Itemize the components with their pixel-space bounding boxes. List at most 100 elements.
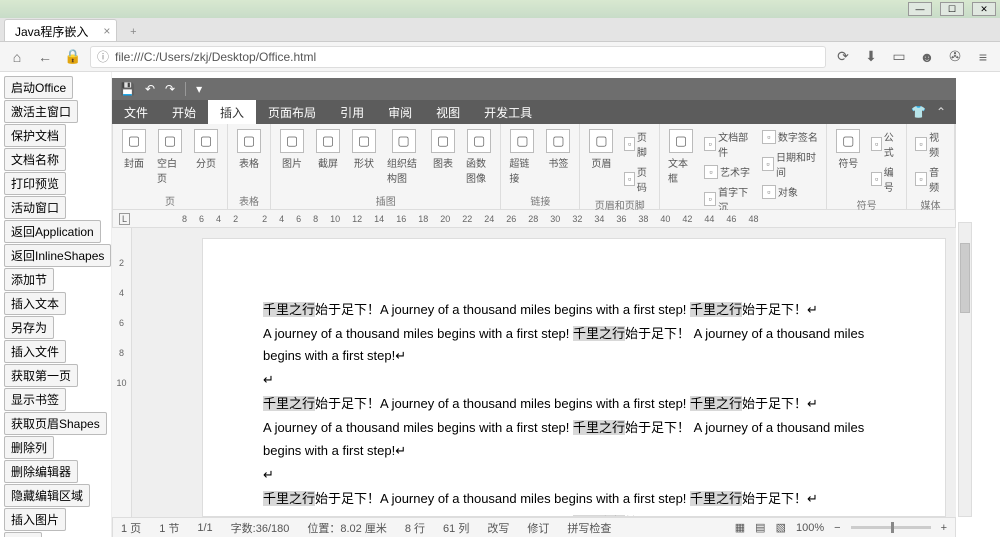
sidebar-button-8[interactable]: 添加节 (4, 268, 54, 291)
sidebar-button-7[interactable]: 返回InlineShapes (4, 244, 111, 267)
document-body[interactable]: 千里之行始于足下！A journey of a thousand miles b… (202, 238, 946, 517)
view-web-icon[interactable]: ▤ (755, 521, 765, 534)
new-tab-button[interactable]: + (123, 23, 143, 41)
undo-icon[interactable]: ↶ (145, 82, 155, 96)
ribbon-btn-图片[interactable]: ▢图片 (277, 127, 307, 172)
tab-selector[interactable]: L (119, 213, 130, 225)
ribbon-btn-艺术字[interactable]: ▫艺术字 (702, 162, 754, 181)
maximize-button[interactable]: ☐ (940, 2, 964, 16)
sidebar-button-3[interactable]: 文档名称 (4, 148, 66, 171)
sidebar-button-1[interactable]: 激活主窗口 (4, 100, 78, 123)
ribbon-tab-插入[interactable]: 插入 (208, 100, 256, 124)
status-pos[interactable]: 位置：8.02 厘米 (307, 520, 386, 536)
save-icon[interactable]: 💾 (120, 82, 135, 96)
close-button[interactable]: ✕ (972, 2, 996, 16)
collapse-ribbon-icon[interactable]: ⌃ (936, 105, 946, 119)
vertical-scrollbar[interactable] (958, 222, 972, 517)
ribbon-btn-截屏[interactable]: ▢截屏 (313, 127, 343, 172)
ribbon-icon: ▫ (915, 137, 927, 151)
sidebar-button-15[interactable]: 删除列 (4, 436, 54, 459)
pocket-icon[interactable]: ✇ (944, 46, 966, 68)
ribbon-btn-形状[interactable]: ▢形状 (349, 127, 379, 172)
ribbon-btn-组织结构图[interactable]: ▢组织结构图 (385, 127, 422, 187)
status-overtype[interactable]: 改写 (487, 520, 509, 536)
zoom-out-icon[interactable]: − (834, 522, 840, 534)
close-tab-icon[interactable]: × (103, 24, 110, 38)
sidebar-button-9[interactable]: 插入文本 (4, 292, 66, 315)
ribbon-icon: ▢ (122, 129, 146, 153)
ribbon-icon: ▢ (392, 129, 416, 153)
sidebar-button-13[interactable]: 显示书签 (4, 388, 66, 411)
ribbon-btn-书签[interactable]: ▢书签 (543, 127, 573, 172)
sidebar-button-2[interactable]: 保护文档 (4, 124, 66, 147)
sidebar-button-6[interactable]: 返回Application (4, 220, 101, 243)
ribbon-btn-超链接[interactable]: ▢超链接 (507, 127, 537, 187)
sidebar-button-19[interactable]: 查找 (4, 532, 42, 537)
ribbon-tab-开始[interactable]: 开始 (160, 100, 208, 124)
ribbon-btn-符号[interactable]: ▢符号 (833, 127, 863, 172)
status-page[interactable]: 1 页 (121, 520, 141, 536)
ribbon-tab-引用[interactable]: 引用 (328, 100, 376, 124)
minimize-button[interactable]: — (908, 2, 932, 16)
ribbon-btn-空白页[interactable]: ▢空白页 (155, 127, 185, 187)
redo-icon[interactable]: ↷ (165, 82, 175, 96)
lock-icon[interactable]: 🔒 (62, 46, 84, 68)
ribbon-tab-审阅[interactable]: 审阅 (376, 100, 424, 124)
sidebar-button-14[interactable]: 获取页眉Shapes (4, 412, 107, 435)
ribbon-btn-页脚[interactable]: ▫页脚 (622, 127, 653, 161)
status-section[interactable]: 1 节 (159, 520, 179, 536)
status-pages[interactable]: 1/1 (197, 522, 212, 534)
ribbon-btn-页眉[interactable]: ▢页眉 (586, 127, 616, 172)
ribbon-btn-分页[interactable]: ▢分页 (191, 127, 221, 172)
ribbon-tab-视图[interactable]: 视图 (424, 100, 472, 124)
ribbon-btn-图表[interactable]: ▢图表 (428, 127, 458, 172)
qat-dropdown-icon[interactable]: ▾ (196, 82, 202, 96)
ribbon-btn-数字签名[interactable]: ▫数字签名 (760, 127, 820, 146)
ribbon-btn-函数图像[interactable]: ▢函数图像 (464, 127, 494, 187)
home-icon[interactable]: ⌂ (6, 46, 28, 68)
ribbon-btn-视频[interactable]: ▫视频 (913, 127, 948, 161)
url-input[interactable]: ⓘ file:///C:/Users/zkj/Desktop/Office.ht… (90, 46, 826, 68)
back-icon[interactable]: ← (34, 46, 56, 68)
sidebar-button-4[interactable]: 打印预览 (4, 172, 66, 195)
ribbon-btn-文档部件[interactable]: ▫文档部件 (702, 127, 754, 161)
sidebar-button-18[interactable]: 插入图片 (4, 508, 66, 531)
ribbon-btn-对象[interactable]: ▫对象 (760, 182, 820, 201)
ribbon-btn-音频[interactable]: ▫音频 (913, 162, 948, 196)
sidebar-button-16[interactable]: 删除编辑器 (4, 460, 78, 483)
sidebar-button-12[interactable]: 获取第一页 (4, 364, 78, 387)
status-col[interactable]: 61 列 (443, 520, 469, 536)
ribbon-btn-编号[interactable]: ▫编号 (869, 162, 900, 196)
sidebar-button-17[interactable]: 隐藏编辑区域 (4, 484, 90, 507)
ribbon-tab-文件[interactable]: 文件 (112, 100, 160, 124)
ribbon-btn-封面[interactable]: ▢封面 (119, 127, 149, 172)
face-icon[interactable]: ☻ (916, 46, 938, 68)
sidebar-button-5[interactable]: 活动窗口 (4, 196, 66, 219)
ribbon-btn-表格[interactable]: ▢表格 (234, 127, 264, 172)
ribbon-btn-公式[interactable]: ▫公式 (869, 127, 900, 161)
ribbon-btn-页码[interactable]: ▫页码 (622, 162, 653, 196)
ribbon-btn-文本框[interactable]: ▢文本框 (666, 127, 696, 187)
menu-icon[interactable]: ≡ (972, 46, 994, 68)
download-icon[interactable]: ⬇ (860, 46, 882, 68)
zoom-in-icon[interactable]: + (941, 522, 947, 534)
status-chars[interactable]: 字数:36/180 (231, 520, 290, 536)
status-rev[interactable]: 修订 (527, 520, 549, 536)
status-line[interactable]: 8 行 (405, 520, 425, 536)
view-outline-icon[interactable]: ▧ (776, 521, 786, 534)
browser-tab[interactable]: Java程序嵌入 × (4, 19, 117, 41)
ribbon-tab-页面布局[interactable]: 页面布局 (256, 100, 328, 124)
ribbon-icon: ▫ (624, 172, 634, 186)
reload-icon[interactable]: ⟳ (832, 46, 854, 68)
status-zoom[interactable]: 100% (796, 522, 824, 534)
sidebar-button-11[interactable]: 插入文件 (4, 340, 66, 363)
sidebar-button-10[interactable]: 另存为 (4, 316, 54, 339)
zoom-slider[interactable] (851, 526, 931, 529)
ribbon-btn-日期和时间[interactable]: ▫日期和时间 (760, 147, 820, 181)
skin-icon[interactable]: 👕 (911, 105, 926, 119)
status-spell[interactable]: 拼写检查 (567, 520, 611, 536)
view-print-icon[interactable]: ▦ (735, 521, 745, 534)
panel-icon[interactable]: ▭ (888, 46, 910, 68)
sidebar-button-0[interactable]: 启动Office (4, 76, 73, 99)
ribbon-tab-开发工具[interactable]: 开发工具 (472, 100, 544, 124)
